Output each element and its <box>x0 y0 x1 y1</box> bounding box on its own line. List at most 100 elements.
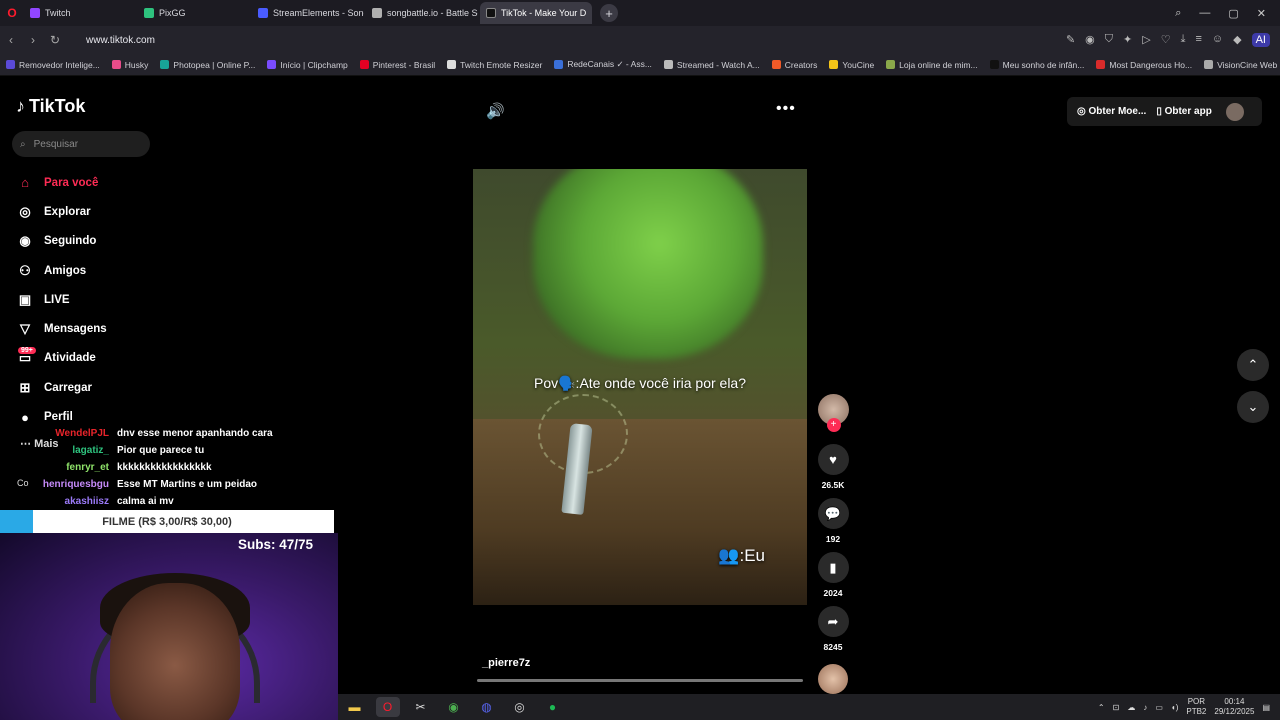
get-app-button[interactable]: ▯ Obter app <box>1156 106 1212 117</box>
back-icon[interactable]: ‹ <box>0 33 22 47</box>
more-options-icon[interactable]: ••• <box>776 100 796 118</box>
video-player[interactable]: Pov🗣️:Ate onde você iria por ela? 👥:Eu <box>473 169 807 605</box>
comment-button[interactable]: 💬 <box>817 498 849 529</box>
nav-label: Carregar <box>44 381 92 394</box>
sidebar-item-atividade[interactable]: ▭ 99+ Atividade <box>16 344 107 373</box>
play-icon[interactable]: ▷ <box>1142 33 1150 47</box>
tray-mic-icon[interactable]: ♪ <box>1143 703 1147 712</box>
bookmark-item[interactable]: Twitch Emote Resizer <box>441 60 548 70</box>
discord-icon[interactable]: ◍ <box>475 697 499 717</box>
tab-tiktok[interactable]: TikTok - Make Your D <box>480 2 592 24</box>
chat-text: Pior que parece tu <box>117 445 205 456</box>
get-coins-button[interactable]: ◎ Obter Moe... <box>1077 106 1146 117</box>
forward-icon[interactable]: › <box>22 33 44 47</box>
bookmark-item[interactable]: RedeCanais ✓ - Ass... <box>548 59 658 70</box>
sidebar-item-carregar[interactable]: ⊞ Carregar <box>16 373 107 402</box>
follow-plus-icon[interactable]: + <box>826 418 841 432</box>
sidebar-item-para-voce[interactable]: ⌂ Para você <box>16 168 107 197</box>
bookmark-item[interactable]: Meu sonho de infân... <box>984 60 1091 70</box>
volume-icon[interactable]: 🔊 <box>486 102 505 120</box>
bookmark-item[interactable]: Most Dangerous Ho... <box>1090 60 1198 70</box>
bookmark-item[interactable]: VisionCine Web - Fil... <box>1198 60 1280 70</box>
menu-icon[interactable]: ≡ <box>1195 33 1201 47</box>
sidebar-item-live[interactable]: ▣ LIVE <box>16 285 107 314</box>
bookmark-favicon-icon <box>6 60 15 69</box>
capcut-icon[interactable]: ✂ <box>409 697 433 717</box>
save-button[interactable]: ▮ <box>817 552 849 583</box>
webcam-person <box>110 583 240 720</box>
bookmark-item[interactable]: Início | Clipchamp <box>261 60 353 70</box>
video-progress-bar[interactable] <box>477 679 803 682</box>
tab-songbattle[interactable]: songbattle.io - Battle Son <box>366 2 478 24</box>
reload-icon[interactable]: ↻ <box>44 33 66 47</box>
bookmark-favicon-icon <box>663 60 673 69</box>
tab-label: PixGG <box>159 8 186 18</box>
tab-streamelements[interactable]: StreamElements - Songre <box>252 2 364 24</box>
search-tabs-icon[interactable]: ⌕ <box>1175 7 1181 20</box>
bookmark-item[interactable]: Husky <box>106 60 155 70</box>
like-button[interactable]: ♥ <box>817 444 849 475</box>
url-field[interactable]: www.tiktok.com <box>86 35 155 46</box>
close-icon[interactable]: ✕ <box>1257 7 1266 20</box>
tab-label: StreamElements - Songre <box>273 8 364 18</box>
chrome-icon[interactable]: ◉ <box>442 697 466 717</box>
ai-button[interactable]: AI <box>1251 33 1270 47</box>
search-input[interactable]: ⌕ Pesquisar <box>12 131 150 157</box>
new-tab-button[interactable]: + <box>600 4 618 22</box>
bookmark-item[interactable]: Photopea | Online P... <box>154 60 261 70</box>
keyboard-language[interactable]: POR PTB2 <box>1186 697 1206 717</box>
bookmark-item[interactable]: Removedor Intelige... <box>0 60 106 70</box>
next-video-button[interactable]: ⌄ <box>1237 391 1269 423</box>
minimize-icon[interactable]: — <box>1199 7 1210 20</box>
chat-user: akashiisz <box>64 496 109 507</box>
bookmark-item[interactable]: Loja online de mim... <box>880 60 983 70</box>
user-avatar[interactable] <box>1225 102 1244 121</box>
bookmark-item[interactable]: YouCine <box>823 60 880 70</box>
tray-network-icon[interactable]: ⊡ <box>1113 703 1120 712</box>
tab-twitch[interactable]: Twitch <box>24 2 136 24</box>
chat-text: Esse MT Martins e um peidao <box>117 479 258 490</box>
bookmark-item[interactable]: Creators <box>766 60 824 70</box>
notification-icon[interactable]: ▤ <box>1262 703 1270 712</box>
spotify-icon[interactable]: ● <box>541 697 565 717</box>
account-icon[interactable]: ☺ <box>1212 33 1223 47</box>
tiktok-logo[interactable]: ♪ TikTok <box>16 96 85 117</box>
tray-cloud-icon[interactable]: ☁ <box>1127 703 1135 712</box>
bookmark-label: Meu sonho de infân... <box>1002 59 1085 70</box>
tray-volume-icon[interactable]: ◖) <box>1171 703 1179 712</box>
sidebar-item-amigos[interactable]: ⚇ Amigos <box>16 256 107 285</box>
file-explorer-icon[interactable]: ▬ <box>343 697 367 717</box>
sidebar-item-mensagens[interactable]: ▽ Mensagens <box>16 314 107 343</box>
messages-icon: ▽ <box>20 321 30 337</box>
tray-chevron-icon[interactable]: ⌃ <box>1098 703 1105 712</box>
sound-avatar[interactable] <box>818 664 848 694</box>
extension-icon[interactable]: ✦ <box>1123 33 1132 47</box>
previous-video-button[interactable]: ⌃ <box>1237 349 1269 381</box>
bookmark-label: Streamed - Watch A... <box>676 59 760 70</box>
camera-icon[interactable]: ◉ <box>1085 33 1095 47</box>
opera-taskbar-icon[interactable]: O <box>375 697 400 717</box>
bookmark-item[interactable]: Pinterest - Brasil <box>354 60 441 70</box>
obs-icon[interactable]: ◎ <box>508 697 532 717</box>
cube-icon[interactable]: ◆ <box>1233 33 1241 47</box>
clock[interactable]: 00:14 29/12/2025 <box>1214 697 1254 717</box>
heart-icon[interactable]: ♡ <box>1161 33 1171 47</box>
creator-avatar[interactable]: + <box>817 394 849 432</box>
webcam-feed <box>0 533 338 720</box>
edit-icon[interactable]: ✎ <box>1066 33 1075 47</box>
opera-logo-icon[interactable]: O <box>0 0 24 26</box>
tab-pixgg[interactable]: PixGG <box>138 2 250 24</box>
maximize-icon[interactable]: ▢ <box>1228 7 1238 20</box>
sidebar-item-seguindo[interactable]: ◉ Seguindo <box>16 227 107 256</box>
download-icon[interactable]: ⤓ <box>1181 33 1186 47</box>
sidebar-item-explorar[interactable]: ◎ Explorar <box>16 197 107 226</box>
streamelements-icon <box>258 8 268 18</box>
share-button[interactable]: ➦ <box>817 606 849 637</box>
video-author[interactable]: _pierre7z <box>482 657 530 669</box>
shield-icon[interactable]: ⛉ <box>1105 33 1113 47</box>
chat-user: WendelPJL <box>55 428 109 439</box>
bookmark-item[interactable]: Streamed - Watch A... <box>658 60 766 70</box>
nav-label: Perfil <box>44 411 73 424</box>
lang-label: POR <box>1187 697 1206 706</box>
tray-wifi-icon[interactable]: ▭ <box>1155 703 1163 712</box>
